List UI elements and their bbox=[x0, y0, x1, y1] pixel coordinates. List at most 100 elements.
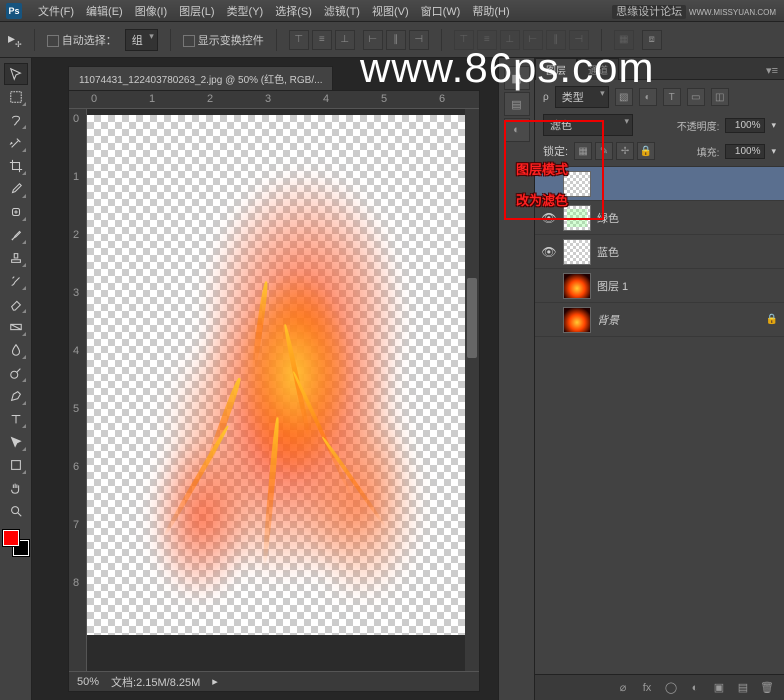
stamp-tool[interactable] bbox=[4, 247, 28, 269]
healing-tool[interactable] bbox=[4, 201, 28, 223]
marquee-tool[interactable] bbox=[4, 86, 28, 108]
group-icon[interactable]: ▣ bbox=[710, 679, 728, 697]
tools-panel bbox=[0, 58, 32, 700]
trash-icon[interactable]: 🗑 bbox=[758, 679, 776, 697]
menu-layer[interactable]: 图层(L) bbox=[173, 3, 220, 19]
layer-thumbnail[interactable] bbox=[563, 307, 591, 333]
zoom-level[interactable]: 50% bbox=[77, 676, 99, 688]
history-brush-tool[interactable] bbox=[4, 270, 28, 292]
wand-tool[interactable] bbox=[4, 132, 28, 154]
auto-select[interactable]: 自动选择： bbox=[47, 32, 117, 48]
align-right-icon[interactable]: ⊣ bbox=[409, 30, 429, 50]
chevron-down-icon[interactable]: ▾ bbox=[771, 120, 776, 131]
layer-thumbnail[interactable] bbox=[563, 273, 591, 299]
new-layer-icon[interactable]: ▤ bbox=[734, 679, 752, 697]
menu-image[interactable]: 图像(I) bbox=[129, 3, 173, 19]
menu-type[interactable]: 类型(Y) bbox=[221, 3, 270, 19]
auto-select-dropdown[interactable]: 组 bbox=[125, 29, 158, 51]
move-tool-icon: ▸✢ bbox=[8, 30, 22, 49]
filter-type-icon[interactable]: T bbox=[663, 88, 681, 106]
align-left-icon[interactable]: ⊢ bbox=[363, 30, 383, 50]
align-hcenter-icon[interactable]: ∥ bbox=[386, 30, 406, 50]
layer-row[interactable]: 👁 绿色 bbox=[535, 201, 784, 235]
layer-thumbnail[interactable] bbox=[563, 239, 591, 265]
chevron-right-icon[interactable]: ▸ bbox=[212, 675, 218, 688]
dodge-tool[interactable] bbox=[4, 362, 28, 384]
zoom-tool[interactable] bbox=[4, 500, 28, 522]
layer-name[interactable]: 背景 bbox=[597, 312, 619, 328]
menu-window[interactable]: 窗口(W) bbox=[415, 3, 467, 19]
shape-tool[interactable] bbox=[4, 454, 28, 476]
menu-filter[interactable]: 滤镜(T) bbox=[318, 3, 366, 19]
lock-trans-icon[interactable]: ▦ bbox=[574, 142, 592, 160]
collapsed-panels-rail: ◧ ▤ ◐ bbox=[498, 58, 534, 700]
menu-view[interactable]: 视图(V) bbox=[366, 3, 415, 19]
move-tool[interactable] bbox=[4, 63, 28, 85]
opacity-value[interactable]: 100% bbox=[725, 118, 765, 133]
blend-mode-dropdown[interactable]: 滤色 bbox=[543, 114, 633, 136]
foreground-color[interactable] bbox=[3, 530, 19, 546]
lock-pixels-icon[interactable]: ✎ bbox=[595, 142, 613, 160]
link-layers-icon[interactable]: ⌀ bbox=[614, 679, 632, 697]
layer-row[interactable]: 背景 🔒 bbox=[535, 303, 784, 337]
visibility-toggle[interactable]: 👁 bbox=[541, 210, 557, 226]
path-select-tool[interactable] bbox=[4, 431, 28, 453]
filter-shape-icon[interactable]: ▭ bbox=[687, 88, 705, 106]
scrollbar-vertical[interactable] bbox=[465, 109, 479, 671]
align-bottom-icon[interactable]: ⊥ bbox=[335, 30, 355, 50]
rail-history-icon[interactable]: ◧ bbox=[504, 66, 530, 90]
visibility-toggle[interactable] bbox=[541, 278, 557, 294]
fx-icon[interactable]: fx bbox=[638, 679, 656, 697]
layer-row[interactable] bbox=[535, 167, 784, 201]
layer-name[interactable]: 蓝色 bbox=[597, 244, 619, 260]
fill-value[interactable]: 100% bbox=[725, 144, 765, 159]
filter-kind-dropdown[interactable]: 类型 bbox=[555, 86, 609, 108]
layer-row[interactable]: 图层 1 bbox=[535, 269, 784, 303]
filter-pixel-icon[interactable]: ▧ bbox=[615, 88, 633, 106]
panel-menu-icon[interactable]: ▾≡ bbox=[760, 62, 784, 79]
layer-row[interactable]: 👁 蓝色 bbox=[535, 235, 784, 269]
tab-layers[interactable]: 图层 bbox=[535, 58, 577, 80]
dist-left-icon: ⊢ bbox=[523, 30, 543, 50]
annotation-text-1: 图层模式 bbox=[516, 159, 568, 178]
eraser-tool[interactable] bbox=[4, 293, 28, 315]
canvas-viewport[interactable] bbox=[87, 109, 465, 671]
chevron-down-icon[interactable]: ▾ bbox=[771, 146, 776, 157]
pen-tool[interactable] bbox=[4, 385, 28, 407]
lasso-tool[interactable] bbox=[4, 109, 28, 131]
menu-file[interactable]: 文件(F) bbox=[32, 3, 80, 19]
menu-edit[interactable]: 编辑(E) bbox=[80, 3, 129, 19]
visibility-toggle[interactable]: 👁 bbox=[541, 244, 557, 260]
dist-top-icon: ⊤ bbox=[454, 30, 474, 50]
align-top-icon[interactable]: ⊤ bbox=[289, 30, 309, 50]
rail-properties-icon[interactable]: ◐ bbox=[504, 118, 530, 142]
crop-tool[interactable] bbox=[4, 155, 28, 177]
layers-footer: ⌀ fx ◯ ◐ ▣ ▤ 🗑 bbox=[535, 674, 784, 700]
eyedropper-tool[interactable] bbox=[4, 178, 28, 200]
filter-adjust-icon[interactable]: ◐ bbox=[639, 88, 657, 106]
lock-pos-icon[interactable]: ✢ bbox=[616, 142, 634, 160]
layer-name[interactable]: 绿色 bbox=[597, 210, 619, 226]
lock-all-icon[interactable]: 🔒 bbox=[637, 142, 655, 160]
align-vcenter-icon[interactable]: ≡ bbox=[312, 30, 332, 50]
layer-name[interactable]: 图层 1 bbox=[597, 278, 628, 294]
gradient-tool[interactable] bbox=[4, 316, 28, 338]
dist-vcenter-icon: ≡ bbox=[477, 30, 497, 50]
tab-channels[interactable]: 通道 bbox=[577, 58, 619, 80]
canvas bbox=[87, 115, 465, 635]
document-tab[interactable]: 11074431_122403780263_2.jpg @ 50% (红色, R… bbox=[68, 66, 333, 90]
menu-select[interactable]: 选择(S) bbox=[269, 3, 318, 19]
filter-smart-icon[interactable]: ◫ bbox=[711, 88, 729, 106]
adjustment-icon[interactable]: ◐ bbox=[686, 679, 704, 697]
visibility-toggle[interactable] bbox=[541, 312, 557, 328]
menu-help[interactable]: 帮助(H) bbox=[466, 3, 515, 19]
brush-tool[interactable] bbox=[4, 224, 28, 246]
blur-tool[interactable] bbox=[4, 339, 28, 361]
rail-actions-icon[interactable]: ▤ bbox=[504, 92, 530, 116]
3d-mode-icon[interactable]: ⧈ bbox=[642, 30, 662, 50]
type-tool[interactable] bbox=[4, 408, 28, 430]
hand-tool[interactable] bbox=[4, 477, 28, 499]
mask-icon[interactable]: ◯ bbox=[662, 679, 680, 697]
color-swatches[interactable] bbox=[3, 530, 29, 556]
show-transform[interactable]: 显示变换控件 bbox=[183, 32, 264, 48]
